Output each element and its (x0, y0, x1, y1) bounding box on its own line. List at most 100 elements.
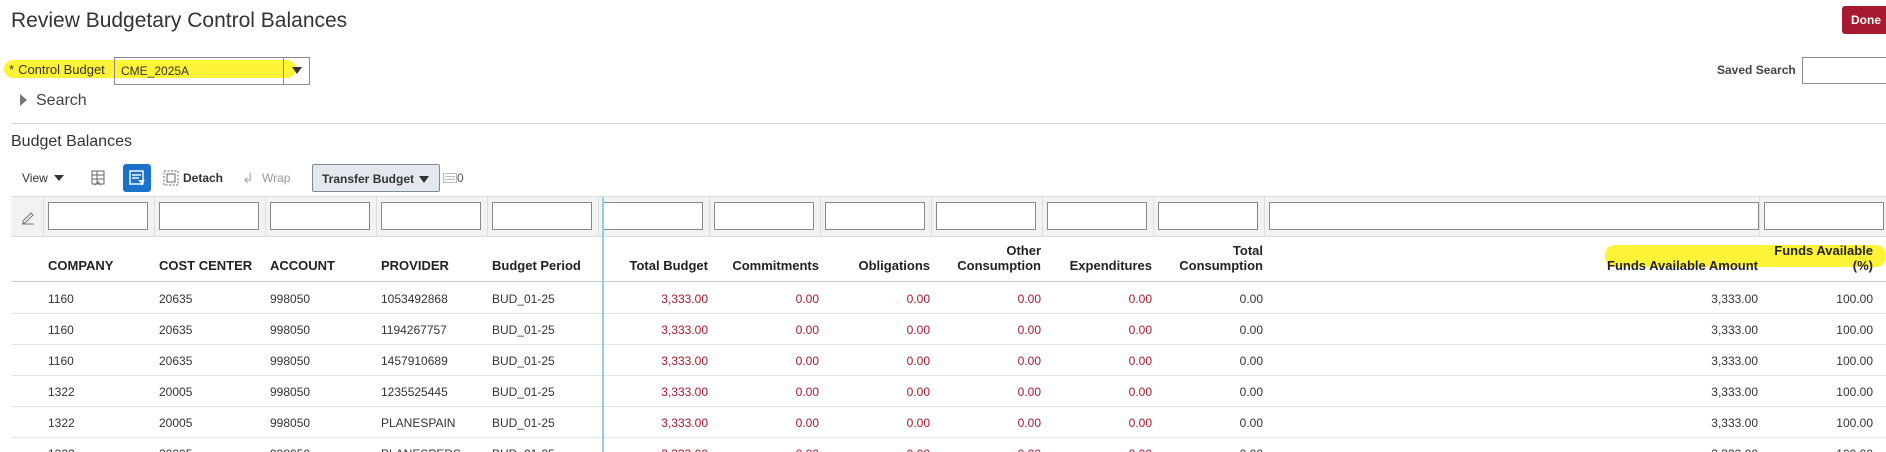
column-header-funds-available-pct[interactable]: Funds Available (%) (1774, 243, 1873, 273)
budget-balances-title: Budget Balances (11, 133, 132, 150)
wrap-button[interactable]: Wrap (262, 164, 290, 192)
wrap-icon: ↲ (242, 170, 254, 186)
column-header-budget-period[interactable]: Budget Period (492, 258, 581, 273)
filter-input-total-budget[interactable] (603, 202, 703, 230)
column-separator (376, 197, 377, 237)
cell-budget-period: BUD_01-25 (492, 292, 555, 306)
saved-search-select[interactable] (1802, 57, 1886, 84)
column-header-company[interactable]: COMPANY (48, 258, 113, 273)
column-header-account[interactable]: ACCOUNT (270, 258, 335, 273)
filter-input-provider[interactable] (381, 202, 481, 230)
filter-input-expenditures[interactable] (1047, 202, 1147, 230)
cell-other-consumption: 0.00 (1017, 292, 1041, 306)
cell-expenditures: 0.00 (1128, 323, 1152, 337)
control-budget-label-text: Control Budget (18, 62, 105, 77)
filter-input-company[interactable] (48, 202, 148, 230)
column-header-funds-available-amount[interactable]: Funds Available Amount (1607, 258, 1758, 273)
table-row[interactable]: 1160 20635 998050 1194267757 BUD_01-25 3,333.… (11, 314, 1886, 345)
control-budget-dropdown-button[interactable] (283, 58, 309, 84)
column-header-line: COST CENTER (159, 258, 253, 273)
filter-input-other-consumption[interactable] (936, 202, 1036, 230)
table-row[interactable]: 1322 20005 998050 PLANESPAIN BUD_01-25 3,333.… (11, 407, 1886, 438)
column-separator (43, 197, 44, 237)
column-separator (709, 197, 710, 237)
transfer-budget-button[interactable]: Transfer Budget (312, 164, 440, 192)
cell-funds-available-amount: 3,333.00 (1711, 292, 1758, 306)
cell-total-consumption: 0.00 (1239, 416, 1263, 430)
detach-icon[interactable] (161, 168, 181, 188)
filter-input-account[interactable] (270, 202, 370, 230)
column-separator (598, 197, 599, 237)
done-button[interactable]: Done (1842, 6, 1886, 34)
cell-funds-available-pct: 100.00 (1836, 385, 1873, 399)
filter-input-obligations[interactable] (825, 202, 925, 230)
cell-total-budget: 3,333.00 (661, 416, 708, 430)
filter-input-funds-available-pct[interactable] (1764, 202, 1884, 230)
cell-account: 998050 (270, 323, 311, 337)
cell-funds-available-amount: 3,333.00 (1711, 447, 1758, 452)
required-indicator: * (9, 62, 15, 77)
table-row[interactable]: 1322 20005 998050 1235525445 BUD_01-25 3,333.… (11, 376, 1886, 407)
column-header-obligations[interactable]: Obligations (859, 258, 931, 273)
cell-obligations: 0.00 (906, 385, 930, 399)
freeze-columns-icon[interactable] (88, 168, 108, 188)
column-separator (1153, 197, 1154, 237)
chevron-down-icon (53, 175, 64, 181)
view-menu[interactable]: View (22, 164, 64, 192)
column-header-expenditures[interactable]: Expenditures (1070, 258, 1152, 273)
control-budget-select[interactable]: CME_2025A (114, 57, 310, 85)
column-separator (931, 197, 932, 237)
frozen-column-divider (602, 197, 604, 452)
query-by-example-icon[interactable] (123, 164, 151, 192)
cell-obligations: 0.00 (906, 354, 930, 368)
table-toolbar: View Detach ↲ Wrap Transfer Budget 0 (0, 164, 480, 192)
table-row[interactable]: 1322 20005 998050 PLANESPEDS BUD_01-25 3,333.… (11, 438, 1886, 452)
cell-account: 998050 (270, 447, 310, 452)
cell-provider: 1194267757 (381, 323, 447, 337)
column-header-line: Consumption (957, 258, 1041, 273)
column-header-other-consumption[interactable]: Other Consumption (957, 243, 1041, 273)
cell-total-budget: 3,333.00 (661, 292, 708, 306)
cell-budget-period: BUD_01-25 (492, 354, 555, 368)
clear-filter-icon[interactable] (20, 209, 36, 225)
cell-cost-center: 20635 (159, 354, 193, 368)
column-header-total-consumption[interactable]: Total Consumption (1179, 243, 1263, 273)
cell-provider: PLANESPEDS (381, 447, 461, 452)
column-separator (265, 197, 266, 237)
table-row[interactable]: 1160 20635 998050 1053492868 BUD_01-25 3,333.… (11, 283, 1886, 314)
column-header-line: Obligations (858, 258, 931, 273)
cell-funds-available-amount: 3,333.00 (1711, 323, 1758, 337)
search-disclosure[interactable]: Search (20, 92, 87, 110)
column-header-line: COMPANY (48, 258, 114, 273)
cell-account: 998050 (270, 416, 311, 430)
column-separator (1759, 197, 1760, 237)
saved-search-label: Saved Search (1717, 63, 1796, 77)
column-separator (154, 197, 155, 237)
filter-input-total-consumption[interactable] (1158, 202, 1258, 230)
cell-company: 1160 (48, 354, 74, 368)
cell-funds-available-amount: 3,333.00 (1711, 416, 1758, 430)
table-row[interactable]: 1160 20635 998050 1457910689 BUD_01-25 3,333.… (11, 345, 1886, 376)
cell-company: 1160 (48, 292, 74, 306)
cell-expenditures: 0.00 (1128, 292, 1152, 306)
detach-button[interactable]: Detach (183, 164, 223, 192)
cell-expenditures: 0.00 (1128, 416, 1152, 430)
budget-balances-table: COMPANY COST CENTER ACCOUNT PROVIDER Budget … (11, 196, 1886, 452)
cell-total-consumption: 0.00 (1240, 447, 1263, 452)
cell-total-budget: 3,333.00 (661, 447, 708, 452)
cell-obligations: 0.00 (906, 416, 930, 430)
filter-input-budget-period[interactable] (492, 202, 592, 230)
column-header-provider[interactable]: PROVIDER (381, 258, 449, 273)
filter-input-cost-center[interactable] (159, 202, 259, 230)
cell-company: 1322 (48, 416, 75, 430)
column-header-commitments[interactable]: Commitments (732, 258, 819, 273)
cell-expenditures: 0.00 (1129, 447, 1152, 452)
column-header-cost-center[interactable]: COST CENTER (159, 258, 252, 273)
filter-input-commitments[interactable] (714, 202, 814, 230)
column-header-total-budget[interactable]: Total Budget (630, 258, 708, 273)
column-separator (1264, 197, 1265, 237)
filter-input-funds-available-amount[interactable] (1269, 202, 1759, 230)
cell-total-consumption: 0.00 (1239, 292, 1263, 306)
selected-count: 0 (443, 164, 464, 192)
column-separator (820, 197, 821, 237)
